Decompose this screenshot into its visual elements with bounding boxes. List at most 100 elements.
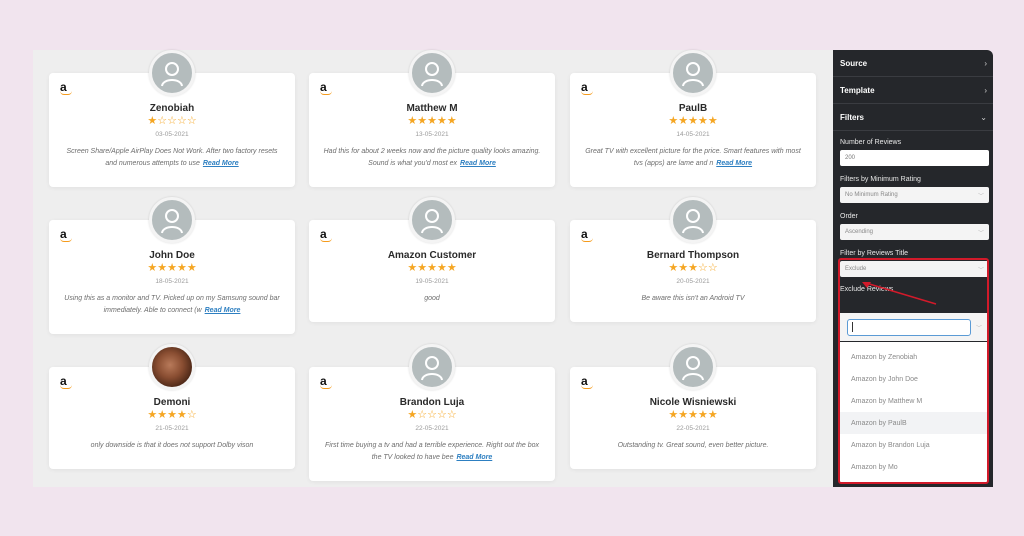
- avatar: [670, 50, 716, 96]
- filters-body: Number of Reviews 200 Filters by Minimum…: [833, 131, 993, 293]
- order-value: Ascending: [845, 229, 874, 235]
- read-more-link[interactable]: Read More: [460, 160, 496, 167]
- chevron-down-icon: ﹀: [977, 193, 984, 200]
- user-icon: [682, 356, 704, 381]
- avatar: [409, 50, 455, 96]
- star-empty-icon: ☆: [417, 409, 428, 421]
- star-filled-icon: ★: [157, 409, 168, 421]
- review-card: a Brandon Luja ★☆☆☆☆ 22-05-2021 First time b…: [309, 344, 555, 481]
- chevron-down-icon: ⌄: [980, 112, 987, 122]
- review-card: a John Doe ★★★★★ 18-05-2021 Using this as a …: [49, 197, 295, 334]
- amazon-logo-icon: a: [60, 375, 74, 391]
- read-more-link[interactable]: Read More: [205, 307, 241, 314]
- avatar: [670, 197, 716, 243]
- avatar: [409, 344, 455, 390]
- reviewer-name: Matthew M: [406, 103, 458, 114]
- title-filter-select[interactable]: Exclude ﹀: [840, 261, 989, 277]
- dropdown-option[interactable]: Amazon by Zenobiah: [840, 346, 987, 368]
- avatar: [149, 344, 195, 390]
- arrow-line: [865, 282, 937, 305]
- order-select[interactable]: Ascending ﹀: [840, 224, 989, 240]
- amazon-logo-icon: a: [581, 81, 595, 97]
- star-filled-icon: ★: [407, 409, 418, 421]
- section-filters[interactable]: Filters ⌄: [833, 104, 993, 131]
- star-filled-icon: ★: [167, 262, 177, 274]
- star-filled-icon: ★: [176, 262, 187, 274]
- star-filled-icon: ★: [668, 409, 679, 421]
- star-empty-icon: ☆: [176, 115, 187, 127]
- review-date: 19-05-2021: [415, 278, 449, 285]
- dropdown-option[interactable]: Amazon by PaulB: [840, 412, 987, 434]
- star-filled-icon: ★: [697, 409, 708, 421]
- user-icon: [161, 62, 183, 87]
- read-more-link[interactable]: Read More: [716, 160, 752, 167]
- star-empty-icon: ☆: [697, 262, 708, 274]
- review-body: Had this for about 2 weeks now and the p…: [323, 148, 541, 167]
- section-source[interactable]: Source ›: [833, 50, 993, 77]
- star-empty-icon: ☆: [436, 409, 447, 421]
- review-card: a Amazon Customer ★★★★★ 19-05-2021 good: [309, 197, 555, 322]
- title-filter-value: Exclude: [845, 266, 867, 272]
- star-empty-icon: ☆: [707, 262, 718, 274]
- user-icon: [421, 356, 443, 381]
- star-filled-icon: ★: [147, 262, 158, 274]
- amazon-logo-icon: a: [320, 375, 334, 391]
- dropdown-option[interactable]: Amazon by Brandon Luja: [840, 434, 987, 456]
- star-rating: ★★★☆☆: [570, 262, 816, 274]
- review-card: a Demoni ★★★★☆ 21-05-2021 only downside is t…: [49, 344, 295, 469]
- star-empty-icon: ☆: [157, 115, 168, 127]
- star-rating: ★★★★★: [309, 262, 555, 274]
- dropdown-option[interactable]: Amazon by John Doe: [840, 368, 987, 390]
- min-rating-value: No Minimum Rating: [845, 192, 898, 198]
- star-rating: ★☆☆☆☆: [309, 409, 555, 421]
- dropdown-option[interactable]: Amazon by Matthew M: [840, 390, 987, 412]
- section-template[interactable]: Template ›: [833, 77, 993, 104]
- amazon-logo-icon: a: [581, 228, 595, 244]
- review-card: a Bernard Thompson ★★★☆☆ 20-05-2021 Be aware…: [570, 197, 816, 322]
- review-body: Screen Share/Apple AirPlay Does Not Work…: [66, 148, 278, 167]
- review-text: good: [323, 293, 541, 305]
- avatar: [149, 50, 195, 96]
- chevron-down-icon[interactable]: ﹀: [976, 323, 982, 332]
- star-filled-icon: ★: [668, 115, 679, 127]
- read-more-link[interactable]: Read More: [456, 454, 492, 461]
- star-filled-icon: ★: [688, 262, 698, 274]
- reviewer-name: Zenobiah: [149, 103, 195, 114]
- review-date: 18-05-2021: [155, 278, 189, 285]
- dropdown-option[interactable]: Amazon by Mo: [840, 456, 987, 478]
- number-of-reviews-input[interactable]: 200: [840, 150, 989, 166]
- review-body: Outstanding tv. Great sound, even better…: [617, 442, 769, 449]
- review-date: 21-05-2021: [155, 425, 189, 432]
- star-empty-icon: ☆: [427, 409, 437, 421]
- review-text: only downside is that it does not suppor…: [63, 440, 281, 452]
- section-filters-label: Filters: [840, 112, 865, 122]
- star-filled-icon: ★: [147, 409, 158, 421]
- amazon-logo-icon: a: [581, 375, 595, 391]
- star-rating: ★★★★★: [49, 262, 295, 274]
- review-body: First time buying a tv and had a terribl…: [324, 442, 539, 461]
- min-rating-label: Filters by Minimum Rating: [840, 176, 921, 183]
- chevron-down-icon: ﹀: [977, 230, 984, 237]
- min-rating-select[interactable]: No Minimum Rating ﹀: [840, 187, 989, 203]
- star-filled-icon: ★: [446, 115, 457, 127]
- star-filled-icon: ★: [707, 409, 718, 421]
- review-text: Using this as a monitor and TV. Picked u…: [63, 293, 281, 317]
- star-empty-icon: ☆: [186, 115, 197, 127]
- review-date: 03-05-2021: [155, 131, 189, 138]
- number-of-reviews-label: Number of Reviews: [840, 139, 902, 146]
- star-rating: ★★★★★: [570, 115, 816, 127]
- star-filled-icon: ★: [147, 115, 158, 127]
- title-filter-label: Filter by Reviews Title: [840, 250, 909, 257]
- star-empty-icon: ☆: [186, 409, 197, 421]
- arrow-head: [862, 282, 871, 288]
- reviewer-name: Brandon Luja: [399, 397, 465, 408]
- star-filled-icon: ★: [417, 262, 428, 274]
- review-text: Had this for about 2 weeks now and the p…: [323, 146, 541, 170]
- read-more-link[interactable]: Read More: [203, 160, 239, 167]
- exclude-reviews-input[interactable]: [847, 318, 971, 336]
- review-date: 22-05-2021: [676, 425, 710, 432]
- order-label: Order: [840, 213, 858, 220]
- amazon-logo-icon: a: [320, 81, 334, 97]
- star-filled-icon: ★: [407, 262, 418, 274]
- star-filled-icon: ★: [176, 409, 187, 421]
